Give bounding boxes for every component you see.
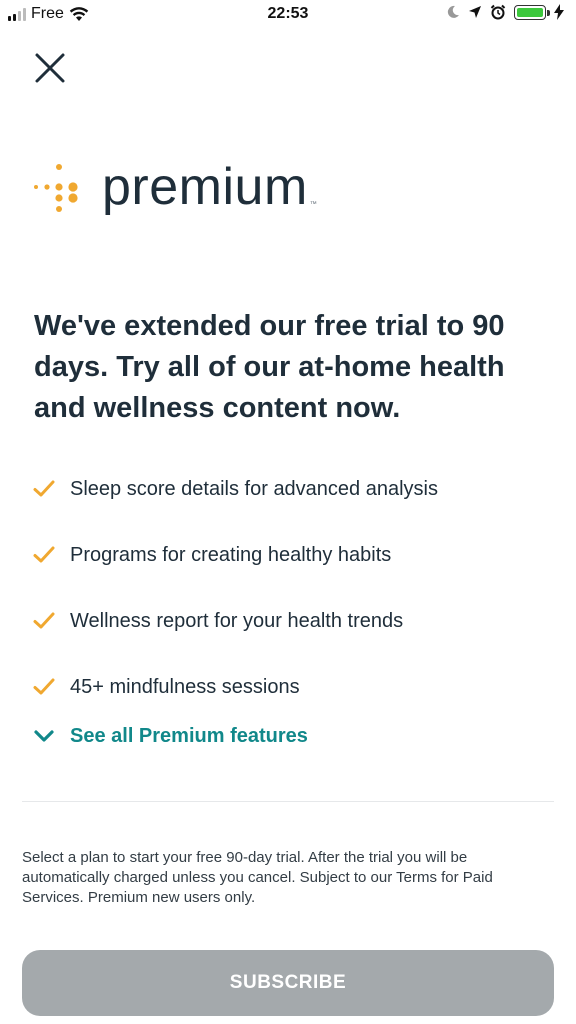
premium-logo: premium ™	[32, 158, 317, 220]
divider	[22, 801, 554, 802]
location-arrow-icon	[469, 6, 481, 18]
see-all-features-link[interactable]: See all Premium features	[32, 724, 308, 748]
logo-wordmark: premium	[102, 158, 308, 216]
feature-label: Sleep score details for advanced analysi…	[70, 477, 438, 500]
feature-item: Sleep score details for advanced analysi…	[32, 456, 552, 522]
moon-icon	[447, 5, 459, 18]
checkmark-icon	[33, 678, 55, 695]
feature-label: Wellness report for your health trends	[70, 609, 404, 632]
battery-icon	[514, 4, 550, 20]
checkmark-icon	[33, 480, 55, 497]
close-icon	[35, 53, 65, 83]
headline: We've extended our free trial to 90 days…	[34, 310, 505, 424]
checkmark-icon	[33, 546, 55, 563]
feature-label: Programs for creating healthy habits	[70, 543, 392, 566]
fitbit-dots-icon	[34, 164, 78, 212]
status-bar: Free 22:53	[0, 0, 576, 30]
checkmark-icon	[33, 612, 55, 629]
alarm-icon	[490, 4, 506, 20]
feature-label: 45+ mindfulness sessions	[70, 675, 300, 698]
feature-item: Programs for creating healthy habits	[32, 522, 552, 588]
status-right	[446, 4, 564, 20]
charging-bolt-icon	[554, 4, 564, 20]
close-button[interactable]	[30, 50, 70, 90]
terms-text: Select a plan to start your free 90-day …	[22, 849, 493, 906]
battery-level	[517, 7, 543, 17]
logo-trademark: ™	[309, 201, 317, 208]
see-all-label: See all Premium features	[70, 724, 308, 747]
subscribe-button[interactable]: SUBSCRIBE	[22, 950, 554, 1016]
feature-list: Sleep score details for advanced analysi…	[32, 456, 552, 720]
feature-item: Wellness report for your health trends	[32, 588, 552, 654]
feature-item: 45+ mindfulness sessions	[32, 654, 552, 720]
chevron-down-icon	[34, 730, 54, 742]
